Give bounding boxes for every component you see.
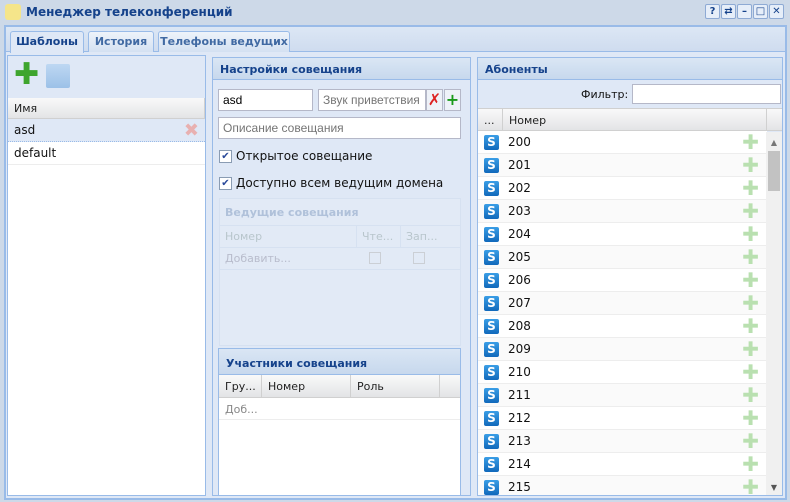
hosts-panel: Ведущие совещания Номер Чте... Зап... До… <box>219 198 461 346</box>
template-row[interactable]: default <box>8 142 205 165</box>
greeting-sound-input[interactable] <box>318 89 426 111</box>
hosts-add-row: Добавить... <box>220 248 460 270</box>
subscriber-type-icon: S <box>484 249 499 265</box>
clear-sound-icon[interactable]: ✗ <box>426 89 443 111</box>
add-participant-icon[interactable]: ✚ <box>742 154 759 176</box>
subscriber-type-icon: S <box>484 226 499 242</box>
domain-hosts-checkbox[interactable]: ✔ Доступно всем ведущим домена <box>219 176 443 190</box>
add-participant-icon[interactable]: ✚ <box>742 269 759 291</box>
add-template-icon[interactable]: ✚ <box>14 60 39 90</box>
add-participant-icon[interactable]: ✚ <box>742 476 759 495</box>
subscriber-row[interactable]: S 207 ✚ <box>478 292 767 315</box>
app-icon <box>5 4 21 20</box>
subscriber-type-icon: S <box>484 456 499 472</box>
subscriber-type-icon: S <box>484 364 499 380</box>
add-participant-icon[interactable]: ✚ <box>742 384 759 406</box>
subscriber-row[interactable]: S 208 ✚ <box>478 315 767 338</box>
delete-icon[interactable]: ✖ <box>184 120 199 141</box>
subscriber-type-icon: S <box>484 134 499 150</box>
subscriber-type-icon: S <box>484 272 499 288</box>
templates-grid-header: Имя <box>8 98 205 119</box>
minimize-button[interactable]: – <box>737 4 752 19</box>
add-participant-icon[interactable]: ✚ <box>742 246 759 268</box>
tab-templates[interactable]: Шаблоны <box>10 31 84 53</box>
participants-panel: Участники совещания Гру... Номер Роль До… <box>218 348 461 496</box>
subscriber-row[interactable]: S 202 ✚ <box>478 177 767 200</box>
help-button[interactable]: ? <box>705 4 720 19</box>
add-participant-icon[interactable]: ✚ <box>742 177 759 199</box>
subscriber-row[interactable]: S 201 ✚ <box>478 154 767 177</box>
add-participant-icon[interactable]: ✚ <box>742 407 759 429</box>
templates-panel: ✚ Имя asd ✖ default <box>7 55 206 496</box>
close-button[interactable]: ✕ <box>769 4 784 19</box>
column-number: Номер <box>225 230 263 243</box>
subscribers-panel: Абоненты Фильтр: ... Номер S 200 ✚ S 201 ✚ S 20… <box>477 57 783 496</box>
subscriber-type-icon: S <box>484 318 499 334</box>
subscribers-list: S 200 ✚ S 201 ✚ S 202 ✚ S 203 ✚ S 204 ✚ S 205 ✚ S 206 ✚ S 207 ✚… <box>478 131 767 495</box>
subscriber-row[interactable]: S 215 ✚ <box>478 476 767 495</box>
add-participant-icon[interactable]: ✚ <box>742 315 759 337</box>
filter-label: Фильтр: <box>581 88 629 101</box>
subscriber-row[interactable]: S 213 ✚ <box>478 430 767 453</box>
subscriber-type-icon: S <box>484 433 499 449</box>
tab-history[interactable]: История <box>88 31 154 52</box>
subscriber-row[interactable]: S 211 ✚ <box>478 384 767 407</box>
subscriber-row[interactable]: S 203 ✚ <box>478 200 767 223</box>
subscriber-row[interactable]: S 205 ✚ <box>478 246 767 269</box>
participants-title: Участники совещания <box>219 349 460 375</box>
subscriber-row[interactable]: S 214 ✚ <box>478 453 767 476</box>
column-type[interactable]: ... <box>478 109 503 130</box>
description-input[interactable] <box>218 117 461 139</box>
add-sound-icon[interactable]: + <box>444 89 461 111</box>
conference-name-input[interactable] <box>218 89 313 111</box>
tab-host-phones[interactable]: Телефоны ведущих <box>158 31 290 52</box>
settings-title: Настройки совещания <box>213 58 470 80</box>
subscriber-row[interactable]: S 212 ✚ <box>478 407 767 430</box>
add-participant-icon[interactable]: ✚ <box>742 223 759 245</box>
open-conference-checkbox[interactable]: ✔ Открытое совещание <box>219 149 372 163</box>
refresh-button[interactable]: ⇄ <box>721 4 736 19</box>
add-participant-icon[interactable]: ✚ <box>742 453 759 475</box>
column-write: Зап... <box>400 226 444 247</box>
add-participant-icon[interactable]: ✚ <box>742 131 759 153</box>
add-participant-icon[interactable]: ✚ <box>742 292 759 314</box>
hosts-title: Ведущие совещания <box>225 206 359 219</box>
subscriber-type-icon: S <box>484 295 499 311</box>
subscriber-row[interactable]: S 210 ✚ <box>478 361 767 384</box>
settings-panel: Настройки совещания ✗ + ✔Открытое совеща… <box>212 57 471 496</box>
template-row[interactable]: asd ✖ <box>8 119 205 142</box>
subscriber-row[interactable]: S 204 ✚ <box>478 223 767 246</box>
add-participant-icon[interactable]: ✚ <box>742 200 759 222</box>
column-role[interactable]: Роль <box>351 375 440 397</box>
subscriber-type-icon: S <box>484 410 499 426</box>
subscribers-title: Абоненты <box>478 58 782 80</box>
filter-input[interactable] <box>632 84 781 104</box>
column-group[interactable]: Гру... <box>219 375 262 397</box>
column-number[interactable]: Номер <box>262 375 351 397</box>
column-number[interactable]: Номер <box>503 109 767 130</box>
subscriber-type-icon: S <box>484 203 499 219</box>
save-icon[interactable] <box>46 64 70 88</box>
column-name[interactable]: Имя <box>8 98 205 118</box>
scrollbar-thumb[interactable] <box>768 151 780 191</box>
add-participant-icon[interactable]: ✚ <box>742 338 759 360</box>
participants-add-row[interactable]: Доб... <box>219 398 460 420</box>
subscriber-type-icon: S <box>484 180 499 196</box>
subscriber-type-icon: S <box>484 157 499 173</box>
add-participant-icon[interactable]: ✚ <box>742 430 759 452</box>
window-title: Менеджер телеконференций <box>26 5 233 19</box>
subscriber-type-icon: S <box>484 479 499 495</box>
maximize-button[interactable]: □ <box>753 4 768 19</box>
subscriber-row[interactable]: S 209 ✚ <box>478 338 767 361</box>
checkbox-icon[interactable]: ✔ <box>219 150 232 163</box>
column-read: Чте... <box>356 226 400 247</box>
subscriber-type-icon: S <box>484 387 499 403</box>
subscriber-row[interactable]: S 206 ✚ <box>478 269 767 292</box>
add-participant-icon[interactable]: ✚ <box>742 361 759 383</box>
scrollbar[interactable]: ▲ ▼ <box>766 132 782 495</box>
subscriber-type-icon: S <box>484 341 499 357</box>
checkbox-icon[interactable]: ✔ <box>219 177 232 190</box>
subscriber-row[interactable]: S 200 ✚ <box>478 131 767 154</box>
